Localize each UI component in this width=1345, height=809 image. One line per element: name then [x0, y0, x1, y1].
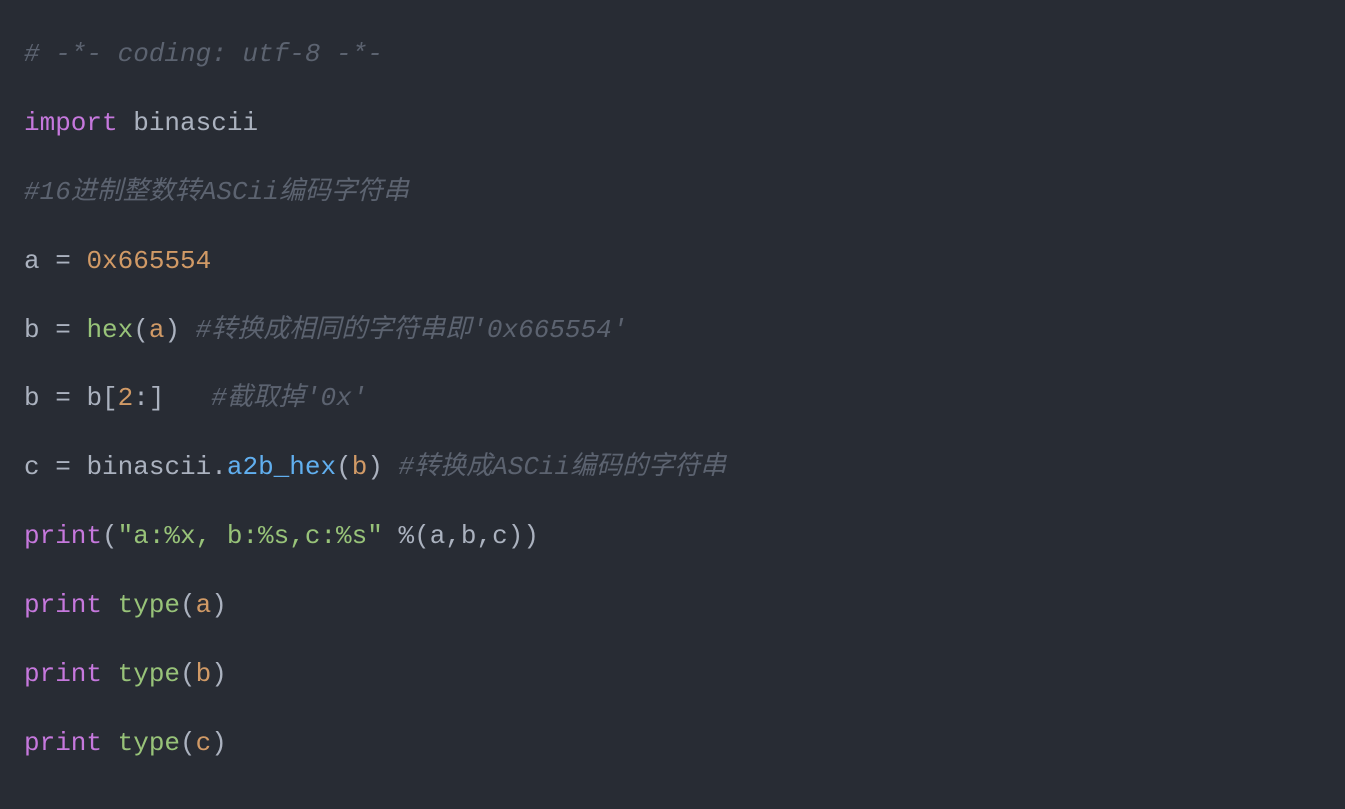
- operator-assign: =: [55, 315, 86, 345]
- code-line-8[interactable]: print("a:%x, b:%s,c:%s" %(a,b,c)): [24, 502, 1321, 571]
- whitespace: [383, 521, 399, 551]
- code-line-1[interactable]: # -*- coding: utf-8 -*-: [24, 20, 1321, 89]
- slice-index: 2: [118, 383, 134, 413]
- variable-b: b: [24, 315, 55, 345]
- code-editor[interactable]: # -*- coding: utf-8 -*- import binascii …: [24, 20, 1321, 778]
- whitespace: [102, 659, 118, 689]
- operator-assign: =: [55, 246, 86, 276]
- paren-open: (: [133, 315, 149, 345]
- code-line-2[interactable]: import binascii: [24, 89, 1321, 158]
- builtin-type: type: [118, 590, 180, 620]
- dot-accessor: .: [211, 452, 227, 482]
- keyword-print: print: [24, 521, 102, 551]
- arg-a: a: [430, 521, 446, 551]
- paren-open: (: [180, 590, 196, 620]
- variable-b: b: [24, 383, 55, 413]
- comment-encoding: # -*- coding: utf-8 -*-: [24, 39, 383, 69]
- keyword-print: print: [24, 659, 102, 689]
- comment-hex-to-ascii: #16进制整数转ASCii编码字符串: [24, 177, 409, 207]
- code-line-7[interactable]: c = binascii.a2b_hex(b) #转换成ASCii编码的字符串: [24, 433, 1321, 502]
- arg-b: b: [352, 452, 368, 482]
- whitespace: [102, 728, 118, 758]
- builtin-hex: hex: [86, 315, 133, 345]
- bracket-close: ]: [149, 383, 165, 413]
- arg-b: b: [196, 659, 212, 689]
- operator-assign: =: [55, 452, 86, 482]
- paren-open: (: [336, 452, 352, 482]
- code-line-4[interactable]: a = 0x665554: [24, 227, 1321, 296]
- operator-assign: =: [55, 383, 86, 413]
- variable-b-ref: b: [86, 383, 102, 413]
- code-line-11[interactable]: print type(c): [24, 709, 1321, 778]
- code-line-3[interactable]: #16进制整数转ASCii编码字符串: [24, 158, 1321, 227]
- comma: ,: [445, 521, 461, 551]
- keyword-import: import: [24, 108, 118, 138]
- arg-a: a: [149, 315, 165, 345]
- arg-c: c: [492, 521, 508, 551]
- code-line-5[interactable]: b = hex(a) #转换成相同的字符串即'0x665554': [24, 296, 1321, 365]
- keyword-print: print: [24, 590, 102, 620]
- paren-close: ): [367, 452, 383, 482]
- code-line-10[interactable]: print type(b): [24, 640, 1321, 709]
- code-line-6[interactable]: b = b[2:] #截取掉'0x': [24, 364, 1321, 433]
- variable-c: c: [24, 452, 55, 482]
- module-binascii: binascii: [118, 108, 258, 138]
- comment-convert-ascii: #转换成ASCii编码的字符串: [383, 452, 726, 482]
- paren-open: (: [414, 521, 430, 551]
- builtin-type: type: [118, 728, 180, 758]
- paren-open: (: [180, 728, 196, 758]
- paren-close: ): [164, 315, 180, 345]
- paren-close: ): [523, 521, 539, 551]
- paren-close: ): [211, 659, 227, 689]
- whitespace: [164, 383, 211, 413]
- paren-close: ): [211, 728, 227, 758]
- format-string: "a:%x, b:%s,c:%s": [118, 521, 383, 551]
- paren-open: (: [180, 659, 196, 689]
- keyword-print: print: [24, 728, 102, 758]
- arg-a: a: [196, 590, 212, 620]
- module-ref-binascii: binascii: [86, 452, 211, 482]
- arg-b: b: [461, 521, 477, 551]
- paren-close: ): [211, 590, 227, 620]
- paren-open: (: [102, 521, 118, 551]
- method-a2b-hex: a2b_hex: [227, 452, 336, 482]
- bracket-open: [: [102, 383, 118, 413]
- comment-convert-string: #转换成相同的字符串即'0x665554': [180, 315, 627, 345]
- whitespace: [102, 590, 118, 620]
- slice-colon: :: [133, 383, 149, 413]
- builtin-type: type: [118, 659, 180, 689]
- comment-strip-prefix: #截取掉'0x': [211, 383, 367, 413]
- arg-c: c: [196, 728, 212, 758]
- code-line-9[interactable]: print type(a): [24, 571, 1321, 640]
- comma: ,: [477, 521, 493, 551]
- operator-percent: %: [398, 521, 414, 551]
- number-hex: 0x665554: [86, 246, 211, 276]
- paren-close: ): [508, 521, 524, 551]
- variable-a: a: [24, 246, 55, 276]
